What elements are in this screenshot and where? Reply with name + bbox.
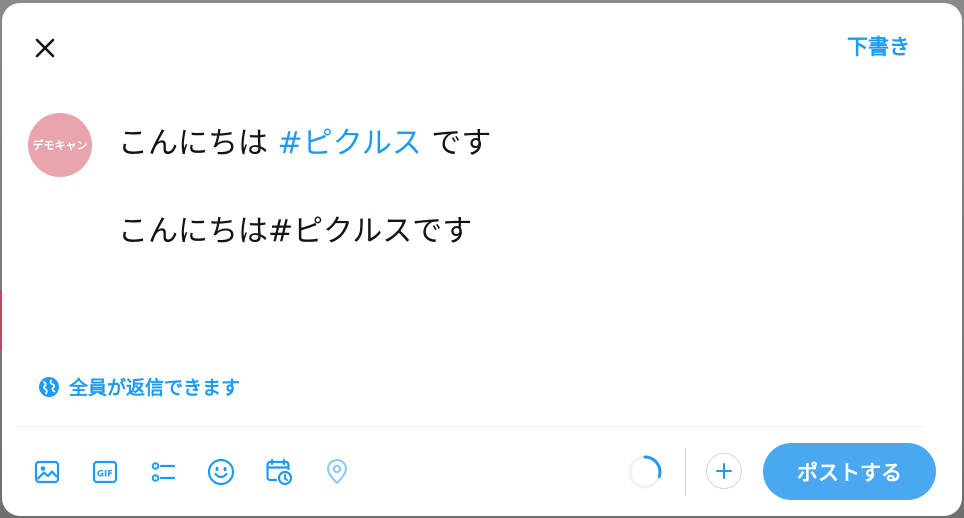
location-icon: [326, 459, 348, 485]
text-line-2: こんにちは#ピクルスです: [118, 214, 473, 249]
poll-button[interactable]: [146, 455, 180, 489]
emoji-icon: [207, 458, 235, 486]
gif-icon: GIF: [92, 460, 118, 484]
text-segment: こんにちは: [118, 126, 278, 161]
drafts-button[interactable]: 下書き: [847, 31, 910, 61]
image-icon: [34, 460, 60, 484]
poll-icon: [151, 462, 176, 482]
compose-post-dialog: 下書き デモキャン こんにちは #ピクルス です こんにちは#ピクルスです 全員…: [2, 3, 962, 516]
close-button[interactable]: [26, 29, 64, 67]
location-button[interactable]: [320, 455, 354, 489]
compose-toolbar: GIF: [30, 455, 378, 489]
post-text-editor[interactable]: こんにちは #ピクルス です こんにちは#ピクルスです: [118, 121, 918, 255]
globe-icon: [38, 376, 60, 398]
reply-permission-button[interactable]: 全員が返信できます: [38, 373, 240, 400]
add-post-button[interactable]: [706, 453, 742, 489]
divider: [16, 426, 924, 427]
character-count-ring: [626, 453, 664, 491]
avatar-label: デモキャン: [32, 139, 88, 152]
schedule-button[interactable]: [262, 455, 296, 489]
reply-permission-label: 全員が返信できます: [69, 377, 241, 399]
post-button[interactable]: ポストする: [763, 443, 936, 500]
media-button[interactable]: [30, 455, 64, 489]
emoji-button[interactable]: [204, 455, 238, 489]
gif-button[interactable]: GIF: [88, 455, 122, 489]
close-icon: [35, 38, 55, 58]
text-segment: です: [421, 126, 492, 161]
text-line-1: こんにちは #ピクルス です: [118, 121, 918, 167]
schedule-icon: [266, 458, 293, 486]
toolbar-separator: [685, 448, 686, 496]
plus-icon: [716, 463, 732, 479]
svg-text:GIF: GIF: [97, 470, 113, 480]
hashtag-link[interactable]: #ピクルス: [278, 126, 422, 161]
avatar[interactable]: デモキャン: [28, 113, 92, 177]
